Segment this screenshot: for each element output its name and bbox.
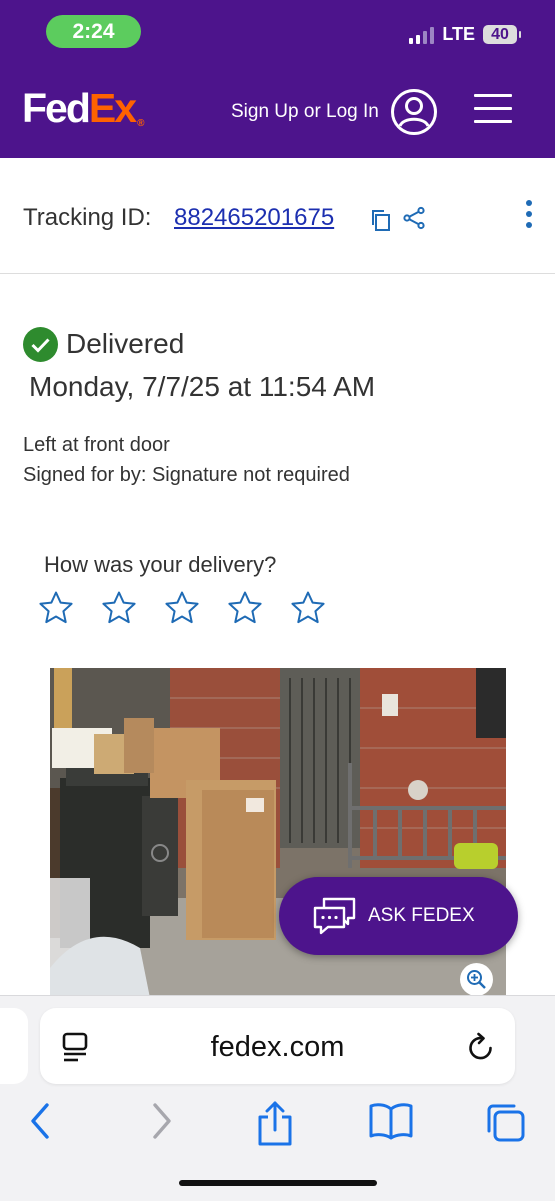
battery-icon: 40 <box>483 25 521 44</box>
fedex-logo[interactable]: FedEx ® <box>22 88 144 129</box>
reload-icon[interactable] <box>466 1031 496 1063</box>
check-circle-icon <box>23 327 58 362</box>
back-icon[interactable] <box>28 1101 54 1141</box>
status-time: 2:24 <box>46 15 141 48</box>
signin-link[interactable]: Sign Up or Log In <box>231 101 379 123</box>
delivery-status: Delivered <box>66 328 185 359</box>
signal-icon <box>409 26 435 44</box>
previous-tab[interactable] <box>0 1008 28 1084</box>
logo-ex: Ex <box>88 85 137 131</box>
status-indicators: LTE 40 <box>409 24 521 45</box>
more-icon[interactable] <box>524 200 534 232</box>
star-rating <box>38 590 326 626</box>
bookmarks-icon[interactable] <box>368 1101 414 1141</box>
app-header: 2:24 LTE 40 FedEx ® Sign Up or Log In <box>0 0 555 158</box>
network-type: LTE <box>442 24 475 44</box>
share-icon[interactable] <box>256 1101 294 1147</box>
tracking-label: Tracking ID: <box>23 204 152 231</box>
delivery-date: Monday, 7/7/25 at 11:54 AM <box>29 371 376 402</box>
zoom-icon[interactable] <box>460 963 493 996</box>
browser-toolbar: fedex.com <box>0 995 555 1201</box>
url-text: fedex.com <box>210 1031 345 1063</box>
logo-fed: Fed <box>22 85 91 131</box>
star-icon[interactable] <box>290 590 326 626</box>
chat-icon <box>313 897 356 935</box>
address-bar[interactable]: fedex.com <box>40 1008 515 1084</box>
tabs-icon[interactable] <box>484 1101 528 1145</box>
copy-icon[interactable] <box>370 208 392 232</box>
tracking-row: Tracking ID: 882465201675 <box>0 158 555 274</box>
ask-fedex-button[interactable]: ASK FEDEX <box>279 877 518 955</box>
share-icon[interactable] <box>402 206 426 230</box>
menu-icon[interactable] <box>474 94 512 124</box>
ask-fedex-label: ASK FEDEX <box>368 905 475 926</box>
star-icon[interactable] <box>38 590 74 626</box>
user-icon[interactable] <box>390 88 438 136</box>
rating-question: How was your delivery? <box>44 552 277 577</box>
forward-icon[interactable] <box>148 1101 174 1141</box>
delivery-location: Left at front door <box>23 434 170 456</box>
delivery-signature: Signed for by: Signature not required <box>23 464 350 486</box>
tracking-id-link[interactable]: 882465201675 <box>174 204 334 232</box>
star-icon[interactable] <box>227 590 263 626</box>
star-icon[interactable] <box>164 590 200 626</box>
home-indicator <box>179 1180 377 1186</box>
star-icon[interactable] <box>101 590 137 626</box>
logo-reg: ® <box>137 118 145 129</box>
browser-nav <box>0 1101 555 1151</box>
